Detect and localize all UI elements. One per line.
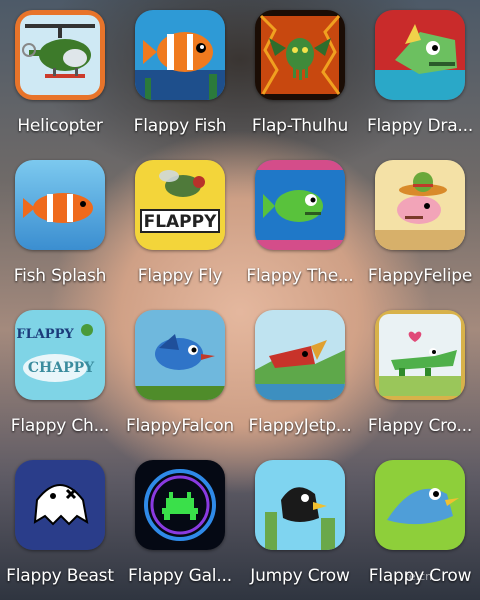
helicopter-icon: [15, 10, 105, 100]
app-label: Flappy Gal...: [128, 566, 232, 586]
crow-fish-icon: [375, 460, 465, 550]
app-label: Flappy Cro...: [367, 416, 473, 436]
jetpack-icon: [255, 310, 345, 400]
app-helicopter[interactable]: Helicopter: [0, 0, 120, 150]
svg-text:FLAPPY: FLAPPY: [16, 327, 74, 342]
app-label: Flappy The...: [246, 266, 354, 286]
app-flappy-fly[interactable]: FLAPPY Flappy Fly: [120, 150, 240, 300]
blue-bird-icon: [135, 310, 225, 400]
app-label: Flappy Beast: [6, 566, 114, 586]
cthulhu-icon: [255, 10, 345, 100]
app-flappy-beast[interactable]: Flappy Beast: [0, 450, 120, 600]
app-label: FlappyFalcon: [125, 416, 235, 436]
clownfish-icon: [135, 10, 225, 100]
app-label: Flappy Ch...: [10, 416, 110, 436]
app-flap-thulhu[interactable]: Flap-Thulhu: [240, 0, 360, 150]
app-label: Flappy Fish: [133, 116, 227, 136]
app-label: Flappy Dra...: [366, 116, 474, 136]
watermark: fe.cn: [405, 570, 433, 583]
app-label: Fish Splash: [13, 266, 107, 286]
space-invader-icon: [135, 460, 225, 550]
svg-text:CHAPPY: CHAPPY: [28, 360, 95, 376]
ghost-beast-icon: [15, 460, 105, 550]
home-screen-grid: Helicopter Flappy Fish Flap-Thulhu Flapp…: [0, 0, 480, 600]
app-label: Flap-Thulhu: [251, 116, 349, 136]
app-flappy-dragon[interactable]: Flappy Dra...: [360, 0, 480, 150]
app-label: Jumpy Crow: [250, 566, 350, 586]
app-label: Flappy Fly: [137, 266, 223, 286]
dragon-icon: [375, 10, 465, 100]
app-flappy-galaxy[interactable]: Flappy Gal...: [120, 450, 240, 600]
app-label: FlappyJetp...: [248, 416, 352, 436]
app-label: Helicopter: [17, 116, 103, 136]
app-flappy-fish[interactable]: Flappy Fish: [120, 0, 240, 150]
svg-text:FLAPPY: FLAPPY: [144, 212, 218, 232]
app-flappy-felipe[interactable]: FlappyFelipe: [360, 150, 480, 300]
fly-icon: FLAPPY: [135, 160, 225, 250]
green-fish-icon: [255, 160, 345, 250]
app-label: FlappyFelipe: [367, 266, 473, 286]
clownfish-icon: [15, 160, 105, 250]
app-flappy-jetpack[interactable]: FlappyJetp...: [240, 300, 360, 450]
app-fish-splash[interactable]: Fish Splash: [0, 150, 120, 300]
app-jumpy-crow[interactable]: Jumpy Crow: [240, 450, 360, 600]
sombrero-pig-icon: [375, 160, 465, 250]
chappy-icon: FLAPPY CHAPPY: [15, 310, 105, 400]
crow-icon: [255, 460, 345, 550]
app-flappy-the[interactable]: Flappy The...: [240, 150, 360, 300]
app-flappy-falcon[interactable]: FlappyFalcon: [120, 300, 240, 450]
app-flappy-croc[interactable]: Flappy Cro...: [360, 300, 480, 450]
crocodile-icon: [375, 310, 465, 400]
app-flappy-chappy[interactable]: FLAPPY CHAPPY Flappy Ch...: [0, 300, 120, 450]
